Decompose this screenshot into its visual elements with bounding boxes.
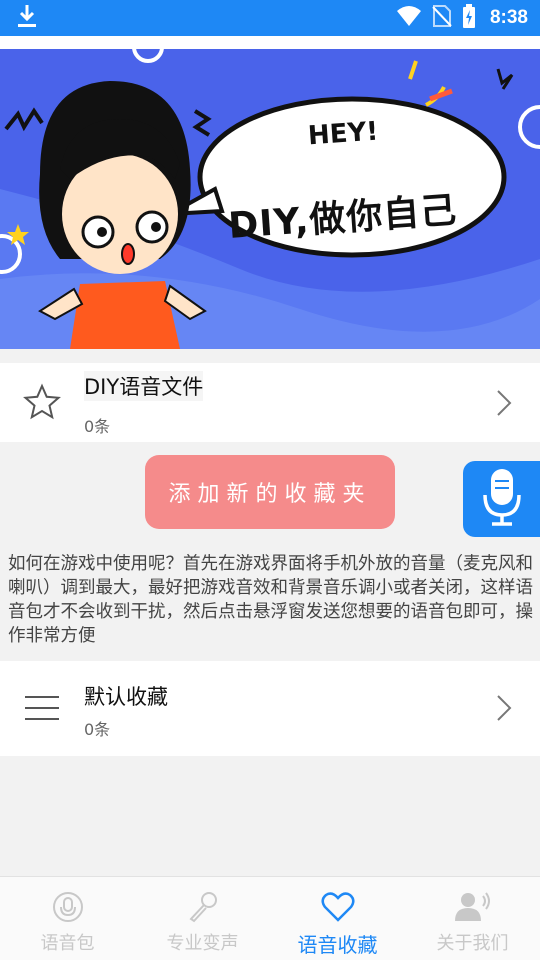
- user-signal-icon: [454, 889, 492, 925]
- nav-label: 专业变声: [166, 933, 239, 954]
- add-folder-button[interactable]: 添加新的收藏夹: [145, 455, 395, 529]
- nav-label: 语音包: [40, 933, 95, 954]
- nav-about-us[interactable]: 关于我们: [405, 877, 540, 960]
- banner-image[interactable]: HEY! DIY,做你自己: [0, 49, 540, 349]
- battery-charging-icon: [462, 4, 476, 32]
- nav-label: 关于我们: [436, 933, 509, 954]
- nav-label: 语音收藏: [297, 933, 378, 957]
- diy-voice-card[interactable]: DIY语音文件 0条: [0, 363, 540, 442]
- microphone-icon: [482, 467, 522, 531]
- chevron-right-icon: [496, 389, 512, 421]
- wifi-icon: [396, 5, 422, 31]
- star-icon: [23, 383, 61, 425]
- usage-instructions: 如何在游戏中使用呢？首先在游戏界面将手机外放的音量（麦克风和喇叭）调到最大，最好…: [8, 554, 533, 646]
- menu-icon: [25, 695, 59, 725]
- diy-card-title: DIY语音文件: [84, 371, 204, 401]
- no-sim-icon: [432, 4, 452, 32]
- top-strip: [0, 36, 540, 49]
- heart-icon: [321, 889, 355, 925]
- chevron-right-icon: [496, 694, 512, 726]
- default-card-count: 0条: [84, 720, 111, 739]
- status-time: 8:38: [489, 7, 528, 28]
- default-favorites-card[interactable]: 默认收藏 0条: [0, 661, 540, 756]
- mic-circle-icon: [52, 889, 84, 925]
- diy-card-count: 0条: [84, 417, 111, 436]
- download-icon: [16, 3, 38, 33]
- microphone-icon: [187, 889, 219, 925]
- banner-hey-text: HEY!: [307, 116, 380, 152]
- nav-voice-favorites[interactable]: 语音收藏: [270, 877, 405, 960]
- bottom-nav: 语音包 专业变声 语音收藏 关于我们: [0, 876, 540, 960]
- nav-voice-changer[interactable]: 专业变声: [135, 877, 270, 960]
- status-bar: 8:38: [0, 0, 540, 36]
- default-card-title: 默认收藏: [84, 685, 168, 709]
- floating-mic-button[interactable]: [463, 461, 540, 537]
- nav-voice-pack[interactable]: 语音包: [0, 877, 135, 960]
